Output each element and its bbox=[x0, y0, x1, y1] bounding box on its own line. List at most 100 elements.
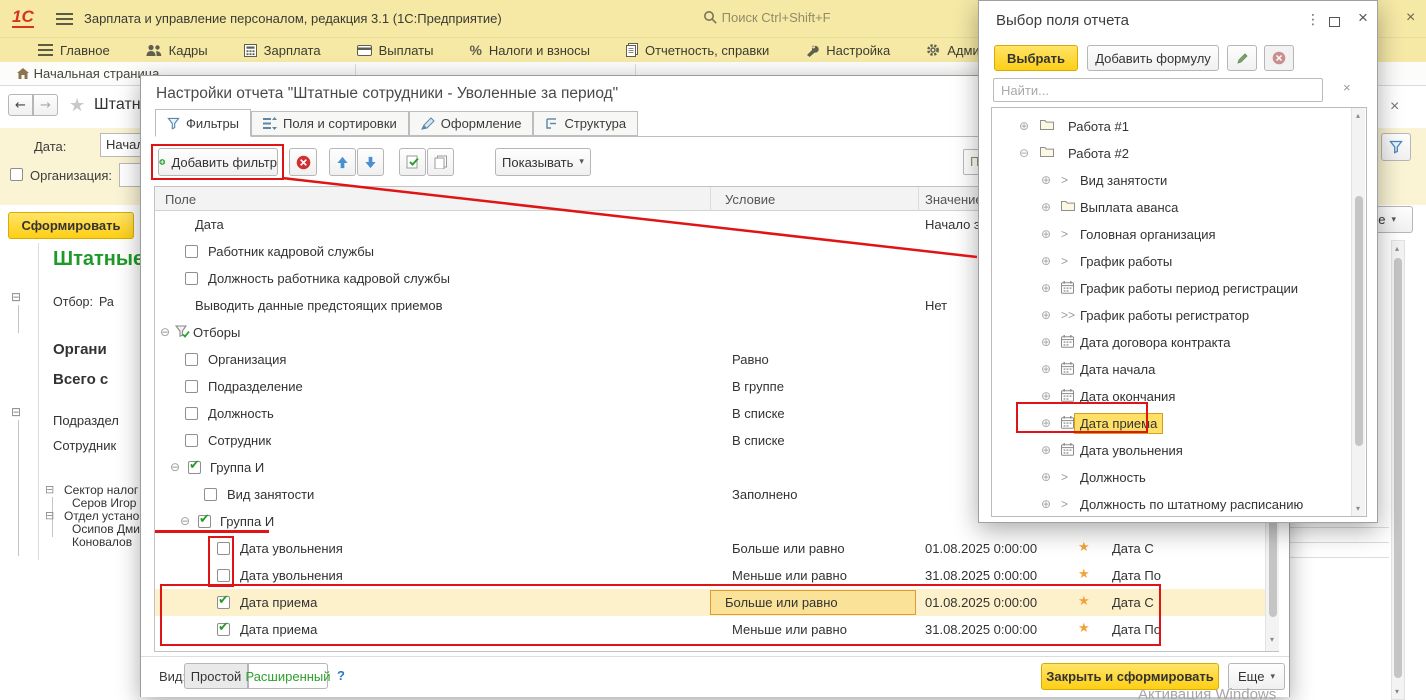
collapse-icon[interactable]: ⊖ bbox=[180, 514, 190, 528]
dialog-more-button[interactable]: Еще▾ bbox=[1228, 663, 1285, 690]
close-and-generate-button[interactable]: Закрыть и сформировать bbox=[1041, 663, 1219, 690]
field-tree-item-11[interactable]: ⊕Дата окончания bbox=[992, 383, 1366, 410]
filter-row-16[interactable]: Дата приемаМеньше или равно31.08.2025 0:… bbox=[155, 616, 1266, 643]
menubar-item-settings[interactable]: Настройка bbox=[805, 43, 890, 58]
field-tree-item-6[interactable]: ⊕>График работы bbox=[992, 248, 1366, 275]
edit-formula-button[interactable] bbox=[1227, 45, 1257, 71]
scroll-down-icon[interactable]: ▾ bbox=[1270, 635, 1274, 644]
filter-row-14[interactable]: Дата увольненияМеньше или равно31.08.202… bbox=[155, 562, 1266, 589]
field-tree-item-3[interactable]: ⊕>Вид занятости bbox=[992, 167, 1366, 194]
expand-icon[interactable]: ⊕ bbox=[1019, 119, 1029, 133]
value-cell[interactable]: 31.08.2025 0:00:00 bbox=[925, 568, 1037, 583]
field-tree-item-4[interactable]: ⊕Выплата аванса bbox=[992, 194, 1366, 221]
expand-icon[interactable]: ⊕ bbox=[1041, 389, 1051, 403]
clear-formula-button[interactable] bbox=[1264, 45, 1294, 71]
select-field-button[interactable]: Выбрать bbox=[994, 45, 1078, 71]
app-close-icon[interactable]: × bbox=[1406, 9, 1415, 27]
field-tree-item-2[interactable]: ⊖Работа #2 bbox=[992, 140, 1366, 167]
filter-row-13[interactable]: Дата увольненияБольше или равно01.08.202… bbox=[155, 535, 1266, 562]
row-checkbox[interactable] bbox=[185, 380, 198, 393]
tab-home[interactable]: Начальная страница bbox=[16, 66, 159, 81]
bg-scrollbar[interactable]: ▴ ▾ bbox=[1391, 240, 1405, 700]
expand-icon[interactable]: ⊕ bbox=[1041, 254, 1051, 268]
condition-cell[interactable]: В списке bbox=[732, 406, 785, 421]
generate-button[interactable]: Сформировать bbox=[8, 212, 134, 239]
row-checkbox[interactable] bbox=[217, 569, 230, 582]
value-cell[interactable]: 31.08.2025 0:00:00 bbox=[925, 622, 1037, 637]
menubar-item-taxes[interactable]: %Налоги и взносы bbox=[469, 42, 590, 58]
expand-icon[interactable]: ⊕ bbox=[1041, 362, 1051, 376]
dialog-tab-style[interactable]: Оформление bbox=[409, 111, 534, 136]
global-search[interactable]: Поиск Ctrl+Shift+F bbox=[703, 10, 831, 25]
collapse-icon[interactable]: ⊖ bbox=[160, 325, 170, 339]
row-checkbox[interactable] bbox=[217, 542, 230, 555]
collapse-group-icon[interactable]: ⊟ bbox=[11, 405, 21, 419]
expand-icon[interactable]: ⊕ bbox=[1041, 335, 1051, 349]
condition-cell[interactable]: Равно bbox=[732, 352, 769, 367]
dialog-tab-filters[interactable]: Фильтры bbox=[155, 109, 251, 137]
value-cell[interactable]: 01.08.2025 0:00:00 bbox=[925, 595, 1037, 610]
expand-icon[interactable]: ⊕ bbox=[1041, 416, 1051, 430]
field-tree-item-12[interactable]: ⊕Дата приема bbox=[992, 410, 1366, 437]
condition-cell[interactable]: В списке bbox=[732, 433, 785, 448]
field-tree-item-9[interactable]: ⊕Дата договора контракта bbox=[992, 329, 1366, 356]
field-tree-item-7[interactable]: ⊕График работы период регистрации bbox=[992, 275, 1366, 302]
panel-close-icon[interactable]: × bbox=[1358, 8, 1368, 28]
row-checkbox[interactable] bbox=[204, 488, 217, 501]
bg-org-checkbox[interactable] bbox=[10, 168, 23, 181]
add-formula-button[interactable]: Добавить формулу bbox=[1087, 45, 1219, 71]
menubar-item-hr[interactable]: Кадры bbox=[146, 43, 208, 58]
expand-icon[interactable]: ⊕ bbox=[1041, 173, 1051, 187]
collapse-icon[interactable]: ⊖ bbox=[170, 460, 180, 474]
row-checkbox[interactable] bbox=[217, 596, 230, 609]
menubar-item-salary[interactable]: Зарплата bbox=[244, 43, 321, 58]
panel-menu-icon[interactable]: ⋮ bbox=[1306, 12, 1320, 28]
hamburger-menu-icon[interactable] bbox=[56, 13, 73, 25]
value-cell[interactable]: 01.08.2025 0:00:00 bbox=[925, 541, 1037, 556]
row-checkbox[interactable] bbox=[198, 515, 211, 528]
row-checkbox[interactable] bbox=[185, 353, 198, 366]
scroll-up-icon[interactable]: ▴ bbox=[1356, 111, 1360, 120]
collapse-group-icon[interactable]: ⊟ bbox=[45, 509, 54, 522]
expand-icon[interactable]: ⊕ bbox=[1041, 497, 1051, 511]
condition-cell[interactable]: Заполнено bbox=[732, 487, 797, 502]
collapse-group-icon[interactable]: ⊟ bbox=[45, 483, 54, 496]
row-checkbox[interactable] bbox=[185, 434, 198, 447]
collapse-icon[interactable]: ⊖ bbox=[1019, 146, 1029, 160]
add-filter-button[interactable]: Добавить фильтр bbox=[158, 148, 278, 176]
expand-icon[interactable]: ⊕ bbox=[1041, 308, 1051, 322]
expand-icon[interactable]: ⊕ bbox=[1041, 200, 1051, 214]
collapse-group-icon[interactable]: ⊟ bbox=[11, 290, 21, 304]
expand-icon[interactable]: ⊕ bbox=[1041, 281, 1051, 295]
help-link[interactable]: ? bbox=[337, 668, 345, 683]
scroll-down-icon[interactable]: ▾ bbox=[1356, 504, 1360, 513]
nav-forward-button[interactable]: → bbox=[33, 94, 58, 116]
uncheck-all-button[interactable] bbox=[427, 148, 454, 176]
expand-icon[interactable]: ⊕ bbox=[1041, 443, 1051, 457]
value-cell[interactable]: Нет bbox=[925, 298, 947, 313]
condition-cell[interactable]: Больше или равно bbox=[732, 541, 845, 556]
move-up-button[interactable] bbox=[329, 148, 356, 176]
bg-filter-toggle-button[interactable] bbox=[1381, 133, 1411, 161]
dialog-tab-structure[interactable]: Структура bbox=[533, 111, 638, 136]
nav-back-button[interactable]: ← bbox=[8, 94, 33, 116]
search-clear-icon[interactable]: × bbox=[1343, 80, 1351, 95]
field-tree-item-14[interactable]: ⊕>Должность bbox=[992, 464, 1366, 491]
tree-scrollbar[interactable]: ▴ ▾ bbox=[1351, 108, 1365, 516]
bg-scrollbar-thumb[interactable] bbox=[1394, 258, 1402, 678]
field-tree-item-10[interactable]: ⊕Дата начала bbox=[992, 356, 1366, 383]
check-all-button[interactable] bbox=[399, 148, 426, 176]
field-search-input[interactable]: Найти... bbox=[993, 78, 1323, 102]
menubar-item-payments[interactable]: Выплаты bbox=[357, 43, 434, 58]
bg-window-close-icon[interactable]: × bbox=[1390, 98, 1399, 116]
field-tree-item-15[interactable]: ⊕>Должность по штатному расписанию bbox=[992, 491, 1366, 517]
scroll-up-icon[interactable]: ▴ bbox=[1395, 244, 1399, 253]
filter-row-15[interactable]: Дата приемаБольше или равно01.08.2025 0:… bbox=[155, 589, 1266, 616]
field-tree-item-5[interactable]: ⊕>Головная организация bbox=[992, 221, 1366, 248]
row-checkbox[interactable] bbox=[185, 245, 198, 258]
row-checkbox[interactable] bbox=[185, 272, 198, 285]
menubar-item-reports[interactable]: Отчетность, справки bbox=[626, 43, 769, 58]
field-tree-item-1[interactable]: ⊕Работа #1 bbox=[992, 113, 1366, 140]
condition-cell[interactable]: Меньше или равно bbox=[732, 622, 847, 637]
dialog-tab-fields[interactable]: Поля и сортировки bbox=[251, 111, 409, 136]
